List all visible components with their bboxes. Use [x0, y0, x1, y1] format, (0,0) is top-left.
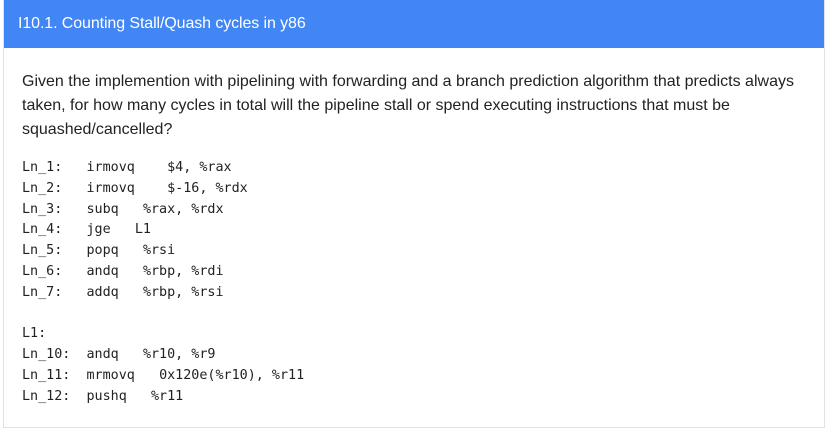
code-line: Ln_7: addq %rbp, %rsi	[22, 283, 804, 304]
code-line: Ln_1: irmovq $4, %rax	[22, 158, 804, 179]
code-line: Ln_5: popq %rsi	[22, 241, 804, 262]
line-label: Ln_4:	[22, 222, 63, 238]
instruction-op: jge	[86, 222, 111, 238]
instruction-op: mrmovq	[86, 367, 135, 383]
instruction-op: addq	[86, 284, 119, 300]
instruction-args: %rsi	[142, 243, 176, 259]
instruction-args: %rbp, %rsi	[142, 284, 224, 300]
instruction-args: %rax, %rdx	[142, 201, 224, 217]
instruction-args: L1	[134, 222, 151, 238]
card-title: I10.1. Counting Stall/Quash cycles in y8…	[4, 0, 824, 48]
code-line: Ln_4: jge L1	[22, 220, 804, 241]
question-card: I10.1. Counting Stall/Quash cycles in y8…	[3, 0, 825, 428]
instruction-op: pushq	[86, 388, 127, 404]
code-line: Ln_2: irmovq $-16, %rdx	[22, 179, 804, 200]
instruction-op: andq	[86, 263, 119, 279]
instruction-op: subq	[86, 201, 119, 217]
instruction-op: andq	[86, 347, 119, 363]
line-label: Ln_11:	[22, 367, 71, 383]
instruction-op: irmovq	[86, 180, 135, 196]
instruction-args: 0x120e(%r10), %r11	[159, 367, 305, 383]
code-line: Ln_3: subq %rax, %rdx	[22, 200, 804, 221]
line-label: Ln_3:	[22, 201, 63, 217]
code-line: Ln_10: andq %r10, %r9	[22, 345, 804, 366]
section-label: L1:	[22, 326, 47, 342]
line-label: Ln_5:	[22, 243, 63, 259]
line-label: Ln_12:	[22, 388, 71, 404]
instruction-args: $-16, %rdx	[167, 180, 248, 196]
question-text: Given the implemention with pipelining w…	[22, 73, 794, 138]
card-body: Given the implemention with pipelining w…	[4, 48, 824, 408]
line-label: Ln_1:	[22, 160, 63, 175]
code-line: Ln_11: mrmovq 0x120e(%r10), %r11	[22, 366, 804, 387]
code-block: Ln_1: irmovq $4, %rax Ln_2: irmovq $-16,…	[22, 158, 804, 408]
code-line: Ln_12: pushq %r11	[22, 387, 804, 408]
line-label: Ln_2:	[22, 180, 63, 196]
instruction-args: %r11	[151, 388, 184, 404]
instruction-op: popq	[86, 243, 119, 259]
instruction-args: %r10, %r9	[142, 347, 216, 363]
line-label: Ln_6:	[22, 263, 63, 279]
instruction-op: irmovq	[86, 160, 135, 175]
instruction-args: $4, %rax	[167, 160, 232, 175]
line-label: Ln_7:	[22, 284, 63, 300]
code-line: Ln_6: andq %rbp, %rdi	[22, 262, 804, 283]
instruction-args: %rbp, %rdi	[142, 263, 224, 279]
line-label: Ln_10:	[22, 347, 71, 363]
